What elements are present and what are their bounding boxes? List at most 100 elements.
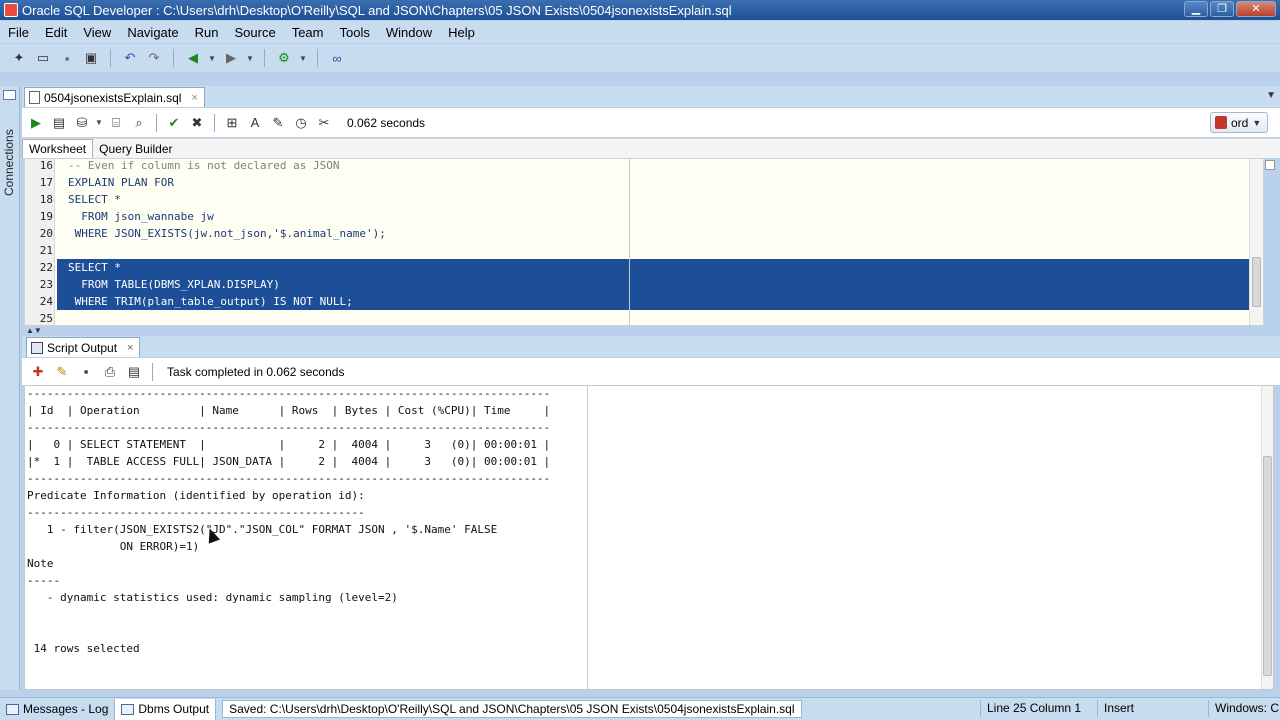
code-text: -- Even if column is not declared as JSO… xyxy=(68,159,340,172)
code-line[interactable]: FROM json_wannabe jw xyxy=(57,208,1249,225)
execution-time: 0.062 seconds xyxy=(347,115,426,130)
code-text: EXPLAIN PLAN FOR xyxy=(68,176,174,189)
title-bar: Oracle SQL Developer : C:\Users\drh\Desk… xyxy=(0,0,1280,20)
code-line[interactable]: EXPLAIN PLAN FOR xyxy=(57,174,1249,191)
editor-file-tab-label: 0504jsonexistsExplain.sql xyxy=(44,90,182,105)
menu-run[interactable]: Run xyxy=(187,25,227,40)
output-line: ----------------------------------------… xyxy=(27,506,365,519)
code-line[interactable]: -- Even if column is not declared as JSO… xyxy=(57,159,1249,174)
output-scrollbar[interactable] xyxy=(1261,386,1273,689)
menu-view[interactable]: View xyxy=(75,25,119,40)
migrate-icon[interactable]: ⚙ xyxy=(275,49,293,67)
connection-selector[interactable]: ord ▼ xyxy=(1210,112,1268,133)
undo-icon[interactable]: ↶ xyxy=(121,49,139,67)
menu-tools[interactable]: Tools xyxy=(331,25,377,40)
output-line: |* 1 | TABLE ACCESS FULL| JSON_DATA | 2 … xyxy=(27,455,551,468)
code-line[interactable]: WHERE JSON_EXISTS(jw.not_json,'$.animal_… xyxy=(57,225,1249,242)
commit-transaction-icon[interactable]: ✔ xyxy=(164,114,184,132)
sql-tuning-icon[interactable]: ✂ xyxy=(314,114,334,132)
menu-navigate[interactable]: Navigate xyxy=(119,25,186,40)
code-line[interactable] xyxy=(57,310,1249,325)
code-line[interactable]: SELECT * xyxy=(57,191,1249,208)
output-line: 14 rows selected xyxy=(27,642,140,655)
redo-icon[interactable]: ↷ xyxy=(145,49,163,67)
sql-editor[interactable]: 16 17 18 19 20 21 22 23 24 25 -- Even if column is… xyxy=(24,158,1264,326)
line-number: 17 xyxy=(39,176,53,189)
sql-history-icon[interactable]: ◷ xyxy=(291,114,311,132)
forward-icon[interactable]: ▶ xyxy=(222,49,240,67)
selected-code-line[interactable]: SELECT * xyxy=(57,259,1249,276)
status-bar: Messages - Log Dbms Output Saved: C:\Use… xyxy=(0,697,1280,720)
messages-log-label: Messages - Log xyxy=(23,702,109,716)
save-all-icon[interactable]: ▣ xyxy=(82,49,100,67)
close-button[interactable]: ✕ xyxy=(1236,1,1276,17)
editor-scrollbar-thumb[interactable] xyxy=(1252,257,1261,307)
maximize-button[interactable]: ❐ xyxy=(1210,1,1234,17)
output-margin-line xyxy=(587,386,588,689)
forward-dropdown-icon[interactable]: ▼ xyxy=(246,54,254,63)
output-scrollbar-thumb[interactable] xyxy=(1263,456,1272,676)
output-line: ----- xyxy=(27,574,61,587)
close-output-icon[interactable]: × xyxy=(127,342,133,354)
window-title: Oracle SQL Developer : C:\Users\drh\Desk… xyxy=(22,2,732,18)
minimize-button[interactable]: ▁ xyxy=(1184,1,1208,17)
connections-icon[interactable] xyxy=(3,90,16,100)
saved-message: Saved: C:\Users\drh\Desktop\O'Reilly\SQL… xyxy=(222,700,802,718)
save-output-icon[interactable]: ▪ xyxy=(76,363,96,381)
open-output-icon[interactable]: ▤ xyxy=(124,363,144,381)
menu-file[interactable]: File xyxy=(0,25,37,40)
migrate-dropdown-icon[interactable]: ▼ xyxy=(299,54,307,63)
print-icon[interactable]: ⎙ xyxy=(100,363,120,381)
menu-window[interactable]: Window xyxy=(378,25,440,40)
clear-icon[interactable]: ✎ xyxy=(268,114,288,132)
line-number: 21 xyxy=(39,244,53,257)
output-line: | Id | Operation | Name | Rows | Bytes |… xyxy=(27,404,551,417)
commit-icon[interactable]: ⛁ xyxy=(72,114,92,132)
eraser-icon[interactable]: ✎ xyxy=(52,363,72,381)
binoculars-icon[interactable]: ∞ xyxy=(328,49,346,67)
editor-scrollbar[interactable] xyxy=(1249,159,1263,325)
run-script-icon[interactable]: ▤ xyxy=(49,114,69,132)
selected-code-line[interactable]: WHERE TRIM(plan_table_output) IS NOT NUL… xyxy=(57,293,1249,310)
code-line[interactable] xyxy=(57,242,1249,259)
menu-edit[interactable]: Edit xyxy=(37,25,75,40)
pin-icon[interactable]: ✚ xyxy=(28,363,48,381)
splitter-arrows-icon[interactable]: ▲▼ xyxy=(26,326,42,335)
toolbar-separator xyxy=(110,49,111,67)
unshared-sql-icon[interactable]: ⊞ xyxy=(222,114,242,132)
back-icon[interactable]: ◀ xyxy=(184,49,202,67)
new-file-icon[interactable]: ✦ xyxy=(10,49,28,67)
dbms-output-tab[interactable]: Dbms Output xyxy=(115,698,217,720)
tab-query-builder[interactable]: Query Builder xyxy=(93,140,178,158)
run-statement-icon[interactable]: ▶ xyxy=(26,114,46,132)
tab-list-dropdown-icon[interactable]: ▼ xyxy=(1266,90,1276,101)
autotrace-icon[interactable]: ⌕ xyxy=(129,114,149,132)
platform-status: Windows: CI xyxy=(1208,700,1280,717)
menu-team[interactable]: Team xyxy=(284,25,332,40)
close-tab-icon[interactable]: × xyxy=(191,92,197,104)
rollback-icon[interactable]: ✖ xyxy=(187,114,207,132)
save-icon[interactable]: ▪ xyxy=(58,49,76,67)
script-output-tab-label: Script Output xyxy=(47,340,118,355)
commit-dropdown-icon[interactable]: ▼ xyxy=(95,118,103,127)
output-toolbar: ✚ ✎ ▪ ⎙ ▤ Task completed in 0.062 second… xyxy=(22,357,1280,385)
explain-plan-icon[interactable]: ⌸ xyxy=(106,114,126,132)
menu-help[interactable]: Help xyxy=(440,25,483,40)
selected-code-line[interactable]: FROM TABLE(DBMS_XPLAN.DISPLAY) xyxy=(57,276,1249,293)
code-area[interactable]: -- Even if column is not declared as JSO… xyxy=(57,159,1249,325)
connections-tab[interactable]: Connections xyxy=(2,129,16,196)
open-folder-icon[interactable]: ▭ xyxy=(34,49,52,67)
chevron-down-icon: ▼ xyxy=(1252,117,1262,128)
database-icon xyxy=(1215,116,1227,129)
editor-file-tab[interactable]: 0504jsonexistsExplain.sql × xyxy=(24,87,205,107)
toolbar-separator xyxy=(317,49,318,67)
task-status: Task completed in 0.062 seconds xyxy=(167,364,345,379)
back-dropdown-icon[interactable]: ▼ xyxy=(208,54,216,63)
tab-worksheet[interactable]: Worksheet xyxy=(22,139,94,158)
script-output-tab[interactable]: Script Output × xyxy=(26,337,141,357)
connections-panel: Connections xyxy=(0,86,20,690)
messages-log-tab[interactable]: Messages - Log xyxy=(0,698,116,720)
menu-source[interactable]: Source xyxy=(226,25,283,40)
to-upper-icon[interactable]: A xyxy=(245,114,265,132)
